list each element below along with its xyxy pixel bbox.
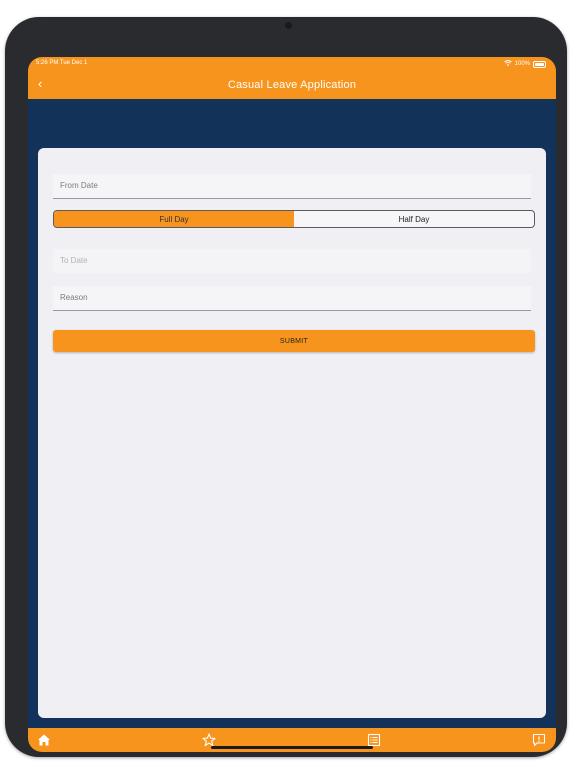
day-type-segment: Full Day Half Day [53,210,535,228]
app-bar: 5:26 PM Tue Dec 1 100% ‹ Casual Leave Ap… [28,57,556,99]
home-icon [38,734,50,746]
status-indicators: 100% [503,60,546,68]
camera [285,22,292,29]
segment-full-day[interactable]: Full Day [54,211,294,227]
leave-form-card: From Date Full Day Half Day To Date Reas… [38,148,546,718]
submit-button[interactable]: SUBMIT [53,330,535,352]
reason-field[interactable]: Reason [53,286,531,311]
battery-percent: 100% [514,61,530,67]
battery-icon [533,60,546,68]
tablet-frame: 5:26 PM Tue Dec 1 100% ‹ Casual Leave Ap… [5,17,567,757]
tab-home[interactable] [36,732,52,748]
feedback-icon [532,733,546,747]
page-title: Casual Leave Application [227,79,357,91]
segment-half-day[interactable]: Half Day [294,211,534,227]
wifi-icon [503,60,512,68]
screen: 5:26 PM Tue Dec 1 100% ‹ Casual Leave Ap… [28,57,556,752]
tab-feedback[interactable] [531,732,547,748]
to-date-field[interactable]: To Date [53,249,531,273]
from-date-field[interactable]: From Date [53,174,531,199]
status-time: 5:26 PM Tue Dec 1 [36,60,88,66]
home-indicator [211,746,373,749]
reason-placeholder: Reason [60,293,88,302]
to-date-placeholder: To Date [60,256,88,265]
from-date-placeholder: From Date [60,181,98,190]
